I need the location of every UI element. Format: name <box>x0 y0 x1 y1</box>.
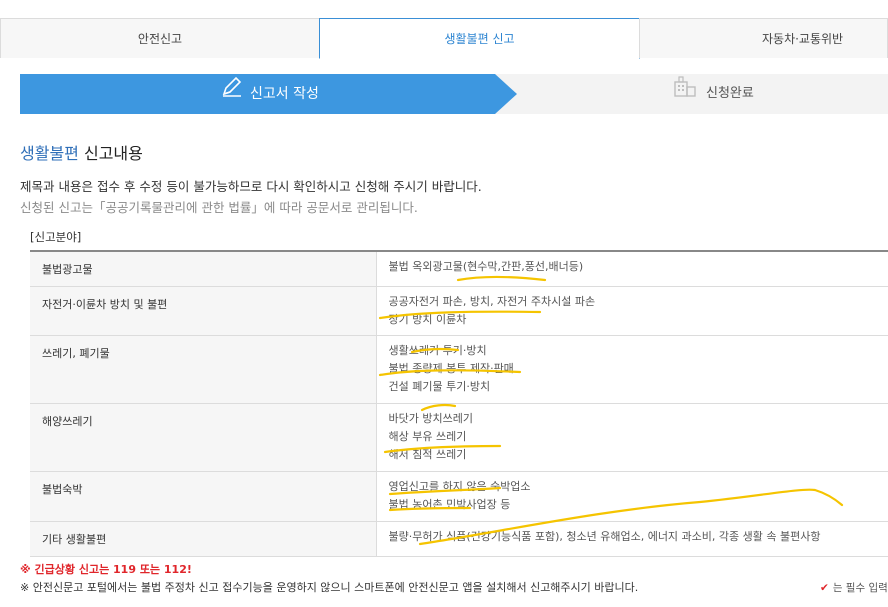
urgent-notice: ※ 긴급상황 신고는 119 또는 112! <box>20 563 192 576</box>
tab-living-inconvenience[interactable]: 생활불편 신고 <box>319 18 640 59</box>
category-item: 불법 농어촌 민박사업장 등 <box>388 498 511 511</box>
section-title-accent: 생활불편 <box>20 144 79 163</box>
progress-steps: 신고서 작성 신청완료 <box>20 74 888 114</box>
category-name: 불법숙박 <box>30 471 377 522</box>
category-item: 해상 부유 쓰레기 <box>388 430 467 443</box>
checkmark-icon: ✔ <box>820 581 829 594</box>
section-title: 생활불편 신고내용 <box>20 140 143 164</box>
category-items: 생활쓰레기 투기·방치 불법 종량제 봉투 제작·판매 건설 폐기물 투기·방치 <box>376 335 888 404</box>
table-row[interactable]: 쓰레기, 폐기물 생활쓰레기 투기·방치 불법 종량제 봉투 제작·판매 건설 … <box>30 335 888 404</box>
step-arrow <box>495 74 517 114</box>
category-item: 불량·무허가 식품(건강기능식품 포함), 청소년 유해업소, 에너지 과소비,… <box>388 530 821 543</box>
category-name: 해양쓰레기 <box>30 403 377 472</box>
category-tabs: 안전신고 생활불편 신고 자동차·교통위반 <box>0 18 888 59</box>
tab-safety-report[interactable]: 안전신고 <box>0 18 320 58</box>
category-items: 불량·무허가 식품(건강기능식품 포함), 청소년 유해업소, 에너지 과소비,… <box>376 521 888 557</box>
report-category-table: 불법광고물 불법 옥외광고물(현수막,간판,풍선,배너등) 자전거·이륜차 방치… <box>30 250 888 557</box>
step-complete: 신청완료 <box>672 74 754 114</box>
table-row[interactable]: 해양쓰레기 바닷가 방치쓰레기 해상 부유 쓰레기 해저 침적 쓰레기 <box>30 403 888 472</box>
category-items: 영업신고를 하지 않은 숙박업소 불법 농어촌 민박사업장 등 <box>376 471 888 522</box>
category-item: 장기 방치 이륜차 <box>388 313 467 326</box>
table-row[interactable]: 기타 생활불편 불량·무허가 식품(건강기능식품 포함), 청소년 유해업소, … <box>30 521 888 557</box>
required-note-label: 는 필수 입력 <box>832 582 888 594</box>
building-icon <box>672 74 698 115</box>
category-name: 불법광고물 <box>30 250 377 287</box>
pencil-icon <box>220 74 244 114</box>
portal-notice: ※ 안전신문고 포털에서는 불법 주정차 신고 접수기능을 운영하지 않으니 스… <box>20 581 639 594</box>
table-row[interactable]: 불법숙박 영업신고를 하지 않은 숙박업소 불법 농어촌 민박사업장 등 <box>30 471 888 522</box>
category-item: 불법 옥외광고물(현수막,간판,풍선,배너등) <box>388 260 584 273</box>
step-write-report: 신고서 작성 <box>220 74 319 114</box>
step-complete-label: 신청완료 <box>706 86 754 101</box>
category-item: 공공자전거 파손, 방치, 자전거 주차시설 파손 <box>388 295 596 308</box>
category-item: 건설 폐기물 투기·방치 <box>388 380 491 393</box>
records-notice: 신청된 신고는「공공기록물관리에 관한 법률」에 따라 공문서로 관리됩니다. <box>20 200 418 215</box>
category-item: 생활쓰레기 투기·방치 <box>388 344 487 357</box>
category-item: 불법 종량제 봉투 제작·판매 <box>388 362 514 375</box>
category-items: 불법 옥외광고물(현수막,간판,풍선,배너등) <box>376 250 888 287</box>
category-item: 바닷가 방치쓰레기 <box>388 412 473 425</box>
required-input-note: ✔ 는 필수 입력 <box>820 580 888 595</box>
category-items: 바닷가 방치쓰레기 해상 부유 쓰레기 해저 침적 쓰레기 <box>376 403 888 472</box>
section-title-rest: 신고내용 <box>78 144 143 163</box>
category-name: 기타 생활불편 <box>30 521 377 557</box>
category-items: 공공자전거 파손, 방치, 자전거 주차시설 파손 장기 방치 이륜차 <box>376 286 888 336</box>
step-write-label: 신고서 작성 <box>250 86 319 102</box>
category-name: 쓰레기, 폐기물 <box>30 335 377 404</box>
category-item: 해저 침적 쓰레기 <box>388 448 467 461</box>
table-row[interactable]: 불법광고물 불법 옥외광고물(현수막,간판,풍선,배너등) <box>30 250 888 287</box>
edit-notice: 제목과 내용은 접수 후 수정 등이 불가능하므로 다시 확인하시고 신청해 주… <box>20 179 482 194</box>
category-item: 영업신고를 하지 않은 숙박업소 <box>388 480 531 493</box>
tab-vehicle-traffic[interactable]: 자동차·교통위반 <box>639 18 888 58</box>
category-name: 자전거·이륜차 방치 및 불편 <box>30 286 377 336</box>
field-label-report-category: [신고분야] <box>30 230 82 244</box>
table-row[interactable]: 자전거·이륜차 방치 및 불편 공공자전거 파손, 방치, 자전거 주차시설 파… <box>30 286 888 336</box>
